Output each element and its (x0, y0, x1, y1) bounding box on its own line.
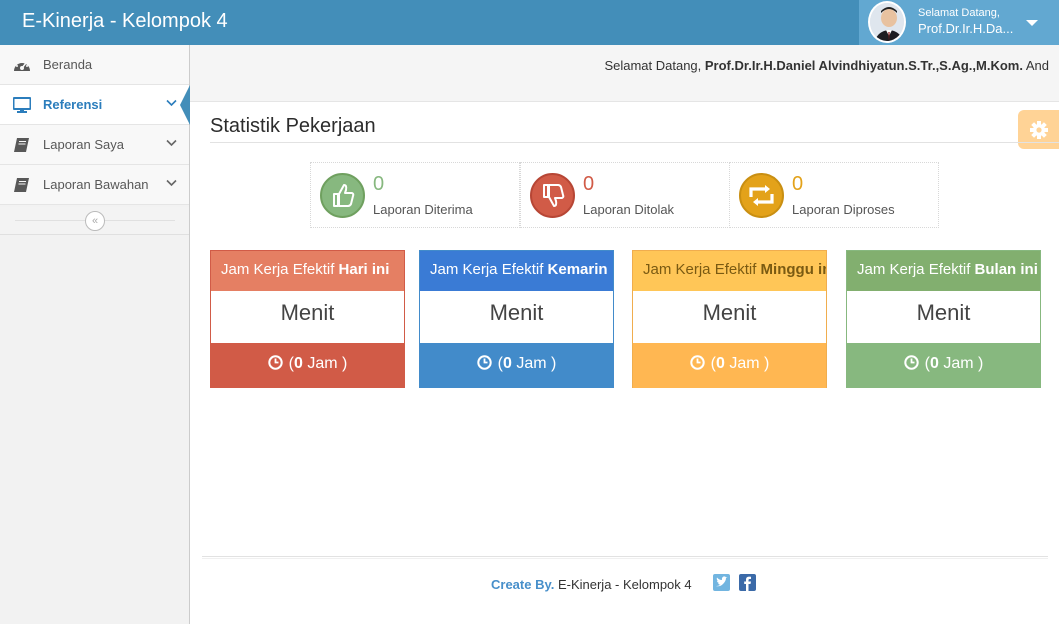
card-hours-unit: Jam ) (938, 355, 984, 372)
card-header: Jam Kerja Efektif Bulan ini (847, 251, 1040, 291)
card-header-prefix: Jam Kerja Efektif (643, 261, 761, 278)
chevron-down-icon (166, 139, 177, 147)
footer-divider (202, 556, 1048, 559)
desktop-icon (13, 97, 31, 113)
card-footer: (0 Jam ) (847, 343, 1040, 388)
breadcrumb-bar: Selamat Datang, Prof.Dr.Ir.H.Daniel Alvi… (190, 45, 1059, 102)
user-menu-toggle[interactable]: Selamat Datang, Prof.Dr.Ir.H.Da... (859, 0, 1059, 45)
sidebar-item-label: Beranda (43, 57, 93, 72)
card-header-prefix: Jam Kerja Efektif (857, 261, 975, 278)
card-header: Jam Kerja Efektif Hari ini (211, 251, 404, 291)
sidebar-collapse-row: « (0, 207, 189, 235)
infobox-caption: Laporan Diterima (373, 202, 473, 217)
footer-create-by: Create By. (491, 577, 555, 592)
sidebar-item-beranda[interactable]: Beranda (0, 45, 189, 85)
card-minutes: Menit (489, 300, 544, 325)
top-navbar: E-Kinerja - Kelompok 4 Selamat Datang, P… (0, 0, 1059, 45)
gear-icon (1030, 121, 1048, 139)
card-kemarin: Jam Kerja Efektif Kemarin Menit (0 Jam ) (419, 250, 614, 388)
dashboard-icon (14, 60, 30, 71)
book-icon (14, 138, 29, 152)
card-header-period: Minggu ini (760, 261, 826, 278)
infobox-container: 0 Laporan Diterima 0 Laporan Ditolak 0 L… (310, 162, 939, 228)
card-header: Jam Kerja Efektif Kemarin (420, 251, 613, 291)
thumbs-up-icon (320, 173, 365, 218)
welcome-marquee: Selamat Datang, Prof.Dr.Ir.H.Daniel Alvi… (604, 58, 1049, 73)
settings-button[interactable] (1018, 110, 1059, 149)
infobox-value: 0 (373, 173, 385, 195)
book-icon (14, 178, 29, 192)
clock-icon (903, 355, 919, 370)
card-hours-value: 0 (502, 355, 512, 372)
card-minggu-ini: Jam Kerja Efektif Minggu ini Menit (0 Ja… (632, 250, 827, 388)
user-greeting: Selamat Datang, (918, 7, 1000, 19)
card-hours-unit: Jam ) (511, 355, 557, 372)
sidebar-item-referensi[interactable]: Referensi (0, 85, 190, 125)
card-header-period: Bulan ini (974, 261, 1038, 278)
facebook-icon[interactable] (739, 574, 756, 591)
retweet-icon (739, 173, 784, 218)
card-header-prefix: Jam Kerja Efektif (430, 261, 548, 278)
infobox-ditolak: 0 Laporan Ditolak (520, 162, 730, 228)
card-header: Jam Kerja Efektif Minggu ini (633, 251, 826, 291)
card-hours-value: 0 (929, 355, 939, 372)
app-title[interactable]: E-Kinerja - Kelompok 4 (22, 10, 228, 33)
chevron-down-icon (166, 179, 177, 187)
card-hours-value: 0 (293, 355, 303, 372)
welcome-suffix: And (1022, 58, 1049, 73)
infobox-value: 0 (583, 173, 595, 195)
divider (210, 142, 1059, 143)
footer-credit: Create By. E-Kinerja - Kelompok 4 (491, 577, 692, 592)
infobox-diterima: 0 Laporan Diterima (310, 162, 520, 228)
twitter-icon[interactable] (713, 574, 730, 591)
infobox-caption: Laporan Ditolak (583, 202, 675, 217)
user-avatar (868, 1, 906, 43)
card-header-period: Hari ini (338, 261, 390, 278)
card-footer: (0 Jam ) (211, 343, 404, 388)
sidebar: Beranda Referensi Laporan Saya Laporan B… (0, 45, 190, 624)
user-name: Prof.Dr.Ir.H.Da... (918, 21, 1014, 36)
page-title: Statistik Pekerjaan (210, 115, 376, 137)
sidebar-item-laporan-bawahan[interactable]: Laporan Bawahan (0, 165, 189, 205)
clock-icon (476, 355, 492, 370)
card-hari-ini: Jam Kerja Efektif Hari ini Menit (0 Jam … (210, 250, 405, 388)
welcome-prefix: Selamat Datang, (604, 58, 705, 73)
card-minutes: Menit (702, 300, 757, 325)
welcome-name: Prof.Dr.Ir.H.Daniel Alvindhiyatun.S.Tr.,… (704, 58, 1023, 73)
card-footer: (0 Jam ) (633, 343, 826, 388)
sidebar-item-label: Referensi (43, 97, 103, 112)
infobox-caption: Laporan Diproses (792, 202, 895, 217)
infobox-value: 0 (792, 173, 804, 195)
infobox-diproses: 0 Laporan Diproses (729, 162, 939, 228)
chevron-down-icon (166, 99, 177, 107)
sidebar-item-label: Laporan Bawahan (43, 177, 149, 192)
card-header-period: Kemarin (547, 261, 608, 278)
card-minutes: Menit (916, 300, 971, 325)
card-hours-unit: Jam ) (724, 355, 770, 372)
card-header-prefix: Jam Kerja Efektif (221, 261, 339, 278)
sidebar-collapse-button[interactable]: « (85, 211, 105, 231)
clock-icon (689, 355, 705, 370)
sidebar-item-label: Laporan Saya (43, 137, 124, 152)
active-indicator (180, 85, 190, 125)
card-minutes: Menit (280, 300, 335, 325)
caret-down-icon (1026, 20, 1038, 26)
sidebar-item-laporan-saya[interactable]: Laporan Saya (0, 125, 189, 165)
card-footer: (0 Jam ) (420, 343, 613, 388)
footer-app-name: E-Kinerja - Kelompok 4 (554, 577, 692, 592)
card-hours-value: 0 (715, 355, 725, 372)
clock-icon (267, 355, 283, 370)
thumbs-down-icon (530, 173, 575, 218)
card-hours-unit: Jam ) (302, 355, 348, 372)
card-bulan-ini: Jam Kerja Efektif Bulan ini Menit (0 Jam… (846, 250, 1041, 388)
